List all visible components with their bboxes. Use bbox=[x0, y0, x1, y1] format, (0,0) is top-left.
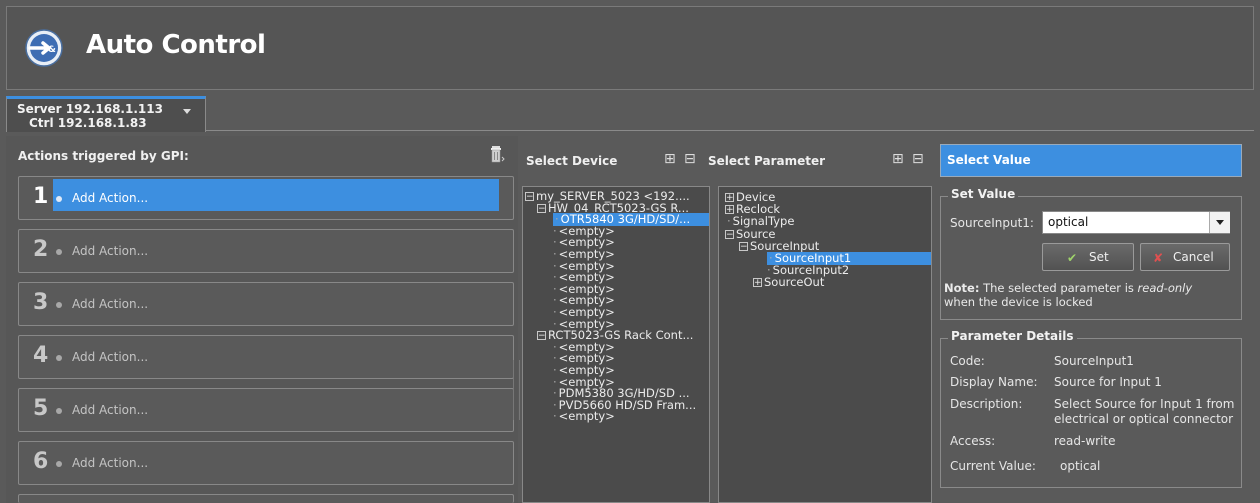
bullet-icon bbox=[56, 408, 62, 414]
set-button-label: Set bbox=[1089, 250, 1109, 264]
collapse-all-icon[interactable]: ⊟ bbox=[684, 151, 696, 167]
tree-item-label: <empty> bbox=[558, 409, 615, 424]
action-slot[interactable]: 2 Add Action... bbox=[18, 229, 514, 273]
add-action-link[interactable]: Add Action... bbox=[72, 191, 148, 205]
tree-expand-icon[interactable]: + bbox=[753, 278, 762, 288]
tree-collapse-icon[interactable]: − bbox=[739, 241, 748, 251]
actions-title: Actions triggered by GPI: bbox=[18, 149, 189, 163]
action-number: 2 bbox=[33, 237, 49, 262]
current-value: optical bbox=[1060, 459, 1101, 473]
tab-server-connection[interactable]: Server 192.168.1.113 Ctrl 192.168.1.83 bbox=[6, 96, 206, 132]
select-value-header: Select Value bbox=[940, 144, 1242, 177]
action-slot[interactable]: 3 Add Action... bbox=[18, 282, 514, 326]
select-device-title: Select Device bbox=[526, 154, 618, 168]
svg-text:&: & bbox=[48, 45, 56, 55]
access-label: Access: bbox=[950, 434, 996, 448]
chevron-down-icon[interactable] bbox=[183, 109, 191, 114]
readonly-note: Note: The selected parameter is read-onl… bbox=[944, 281, 1192, 295]
action-number: 5 bbox=[33, 396, 49, 421]
access-value: read-write bbox=[1054, 434, 1116, 448]
tree-collapse-icon[interactable]: − bbox=[537, 203, 546, 213]
description-value: Select Source for Input 1 from bbox=[1054, 397, 1235, 411]
action-slot[interactable]: 1 Add Action... bbox=[18, 176, 514, 220]
trash-icon[interactable] bbox=[489, 145, 505, 163]
action-slot[interactable] bbox=[18, 494, 514, 503]
bullet-icon bbox=[56, 196, 62, 202]
description-value-line2: electrical or optical connector bbox=[1054, 412, 1234, 426]
bullet-icon bbox=[56, 355, 62, 361]
action-slot[interactable]: 4 Add Action... bbox=[18, 335, 514, 379]
add-action-link[interactable]: Add Action... bbox=[72, 244, 148, 258]
readonly-note-line2: when the device is locked bbox=[944, 295, 1093, 309]
current-value-label: Current Value: bbox=[950, 459, 1036, 473]
set-button[interactable]: ✔ Set bbox=[1042, 243, 1134, 271]
tree-collapse-icon[interactable]: − bbox=[525, 192, 534, 202]
tree-connector-icon: · bbox=[553, 409, 557, 424]
tree-item-label: SourceOut bbox=[764, 275, 825, 290]
code-label: Code: bbox=[950, 354, 985, 368]
action-number: 3 bbox=[33, 290, 49, 315]
action-slot[interactable]: 6 Add Action... bbox=[18, 441, 514, 485]
action-number: 1 bbox=[33, 184, 49, 209]
set-value-title: Set Value bbox=[948, 187, 1019, 201]
app-title: Auto Control bbox=[86, 30, 266, 60]
device-tree[interactable]: − my_SERVER_5023 <192.... − HW_04_RCT5023-G… bbox=[522, 186, 710, 503]
tree-item[interactable]: · <empty> bbox=[553, 410, 615, 423]
tree-collapse-icon[interactable]: − bbox=[725, 229, 734, 239]
tree-connector-icon: · bbox=[727, 214, 731, 229]
select-parameter-title: Select Parameter bbox=[708, 154, 826, 168]
tree-collapse-icon[interactable]: − bbox=[537, 331, 546, 341]
expand-all-icon[interactable]: ⊞ bbox=[892, 151, 904, 167]
cancel-x-icon: ✘ bbox=[1153, 251, 1164, 265]
note-text: The selected parameter is bbox=[979, 281, 1138, 295]
display-name-value: Source for Input 1 bbox=[1054, 375, 1162, 389]
bullet-icon bbox=[56, 461, 62, 467]
checkmark-icon: ✔ bbox=[1067, 251, 1078, 265]
tab-server-label: Server 192.168.1.113 bbox=[17, 102, 163, 116]
action-slot[interactable]: 5 Add Action... bbox=[18, 388, 514, 432]
value-select-current: optical bbox=[1048, 215, 1089, 229]
note-label: Note: bbox=[944, 281, 980, 295]
parameter-details-title: Parameter Details bbox=[948, 329, 1077, 343]
tree-expand-icon[interactable]: + bbox=[725, 205, 734, 215]
action-number: 4 bbox=[33, 343, 49, 368]
tree-item[interactable]: + SourceOut bbox=[753, 276, 824, 289]
parameter-tree[interactable]: + Device + Reclock · SignalType − Source − Source… bbox=[718, 186, 932, 503]
description-label: Description: bbox=[950, 397, 1023, 411]
value-select[interactable]: optical bbox=[1042, 211, 1230, 234]
cancel-button-label: Cancel bbox=[1173, 250, 1214, 264]
panel-splitter[interactable] bbox=[513, 360, 520, 420]
expand-all-icon[interactable]: ⊞ bbox=[664, 151, 676, 167]
display-name-label: Display Name: bbox=[950, 375, 1038, 389]
bullet-icon bbox=[56, 249, 62, 255]
cancel-button[interactable]: ✘ Cancel bbox=[1140, 243, 1230, 271]
add-action-link[interactable]: Add Action... bbox=[72, 350, 148, 364]
collapse-all-icon[interactable]: ⊟ bbox=[912, 151, 924, 167]
select-value-title: Select Value bbox=[947, 153, 1031, 167]
add-action-link[interactable]: Add Action... bbox=[72, 297, 148, 311]
tab-ctrl-label: Ctrl 192.168.1.83 bbox=[29, 116, 147, 130]
add-action-link[interactable]: Add Action... bbox=[72, 403, 148, 417]
source-input-label: SourceInput1: bbox=[950, 216, 1034, 230]
add-action-link[interactable]: Add Action... bbox=[72, 456, 148, 470]
bullet-icon bbox=[56, 302, 62, 308]
action-number: 6 bbox=[33, 449, 49, 474]
note-emphasis: read-only bbox=[1137, 281, 1193, 295]
code-value: SourceInput1 bbox=[1054, 354, 1134, 368]
tree-expand-icon[interactable]: + bbox=[725, 193, 734, 203]
chevron-down-icon[interactable] bbox=[1209, 212, 1230, 233]
logo-icon: & bbox=[24, 28, 64, 68]
